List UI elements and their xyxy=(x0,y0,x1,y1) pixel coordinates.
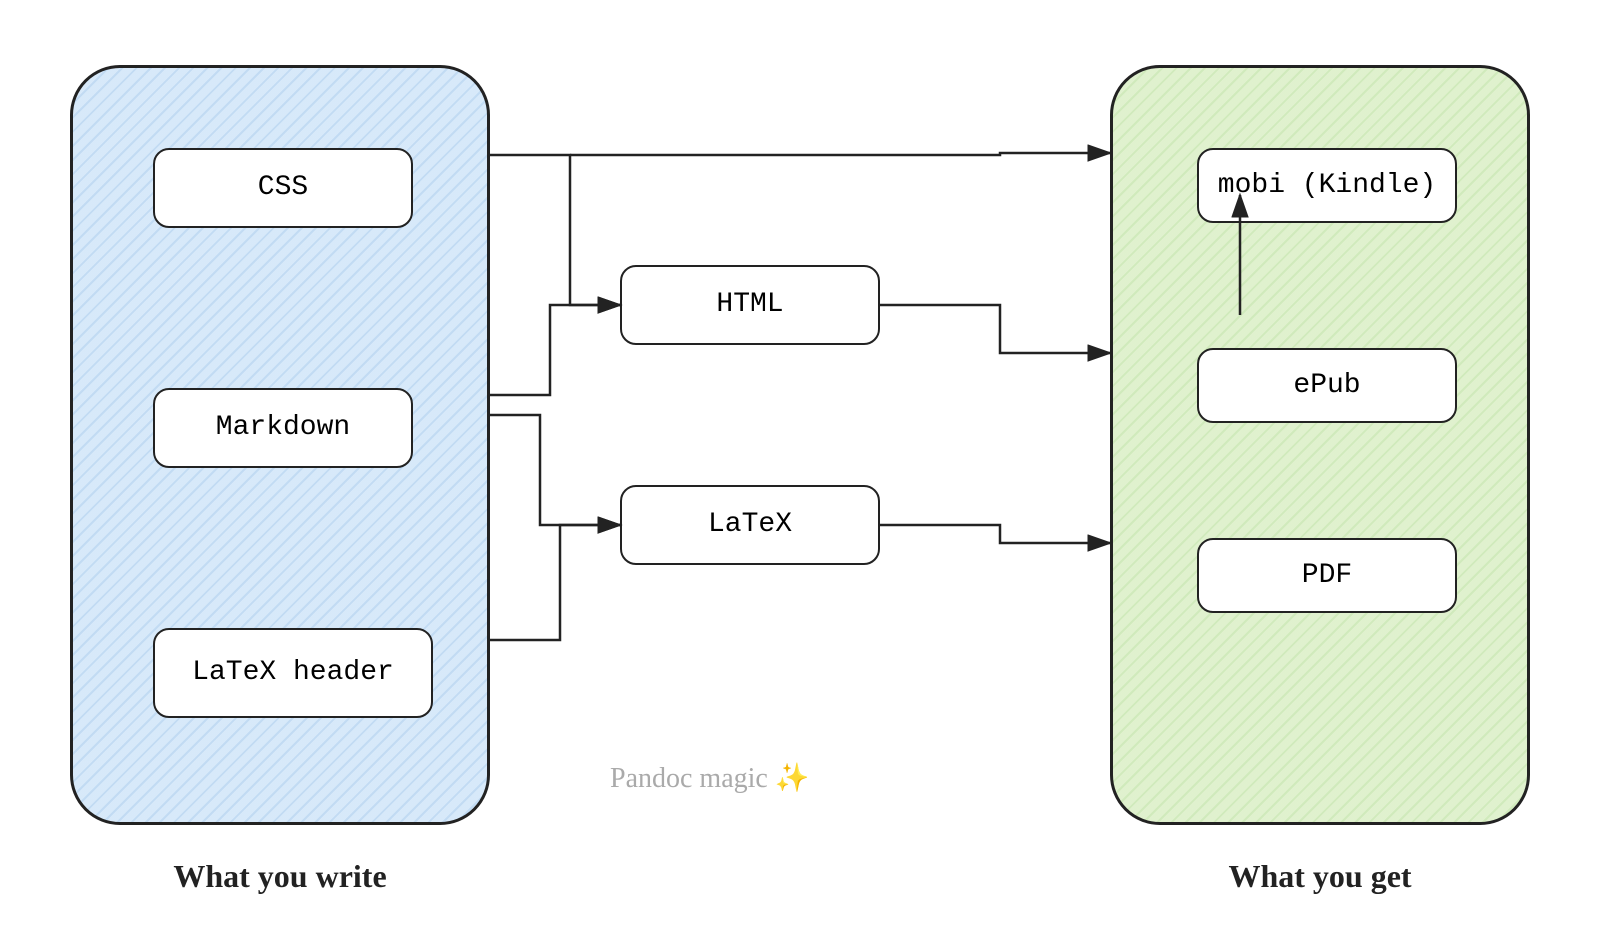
html-box: HTML xyxy=(620,265,880,345)
pandoc-label: Pandoc magic ✨ xyxy=(610,761,810,795)
latex-header-box: LaTeX header xyxy=(153,628,433,718)
right-panel: mobi (Kindle) ePub PDF xyxy=(1110,65,1530,825)
css-box: CSS xyxy=(153,148,413,228)
epub-box: ePub xyxy=(1197,348,1457,423)
left-panel-label: What you write xyxy=(70,858,490,895)
mobi-box: mobi (Kindle) xyxy=(1197,148,1457,223)
diagram: CSS Markdown LaTeX header mobi (Kindle) … xyxy=(50,35,1550,915)
left-panel: CSS Markdown LaTeX header xyxy=(70,65,490,825)
latex-box: LaTeX xyxy=(620,485,880,565)
right-panel-label: What you get xyxy=(1110,858,1530,895)
markdown-box: Markdown xyxy=(153,388,413,468)
pdf-box: PDF xyxy=(1197,538,1457,613)
